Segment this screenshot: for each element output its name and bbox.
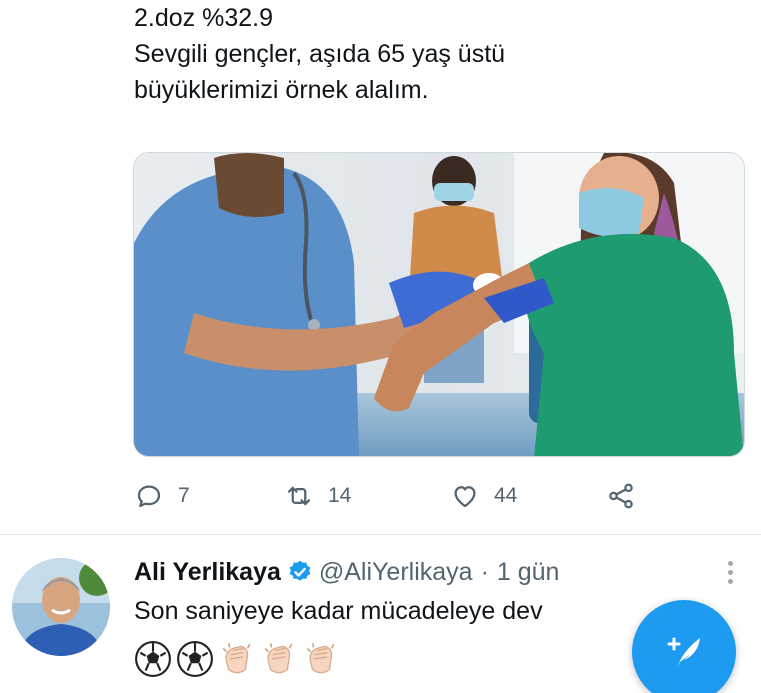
author-name[interactable]: Ali Yerlikaya xyxy=(134,558,281,587)
retweet-count: 14 xyxy=(328,484,352,507)
soccer-ball-icon xyxy=(135,641,171,677)
retweet-icon xyxy=(287,486,311,506)
tweet-header: Ali Yerlikaya @AliYerlikaya · 1 gün xyxy=(134,555,559,589)
verified-badge-icon xyxy=(289,560,311,581)
avatar-photo xyxy=(12,558,110,656)
tweet-timestamp[interactable]: 1 gün xyxy=(497,558,560,587)
feather-plus-icon xyxy=(667,637,700,666)
tweet-text-line: 2.doz %32.9 xyxy=(134,4,273,32)
speech-bubble-icon xyxy=(137,485,161,508)
tweet-text-cut-line xyxy=(134,0,141,10)
tweet-action-bar: 7 14 44 xyxy=(134,476,744,516)
more-dot xyxy=(727,560,733,566)
clapping-hands-icon xyxy=(222,642,251,674)
more-options-icon[interactable] xyxy=(718,557,742,587)
tweet-text-line: büyüklerimizi örnek alalım. xyxy=(134,76,429,104)
more-dot xyxy=(727,578,733,584)
tweet-text-line: Sevgili gençler, aşıda 65 yaş üstü xyxy=(134,40,506,68)
share-button[interactable] xyxy=(606,476,636,516)
avatar[interactable] xyxy=(12,558,110,656)
compose-tweet-button[interactable] xyxy=(632,600,736,693)
like-button[interactable]: 44 xyxy=(450,476,517,516)
more-dot xyxy=(727,569,733,575)
retweet-button[interactable]: 14 xyxy=(284,476,351,516)
reply-button[interactable]: 7 xyxy=(134,476,190,516)
tweet-media-photo[interactable] xyxy=(133,152,745,457)
emoji-row xyxy=(134,639,340,679)
tweet-text: 2.doz %32.9 Sevgili gençler, aşıda 65 ya… xyxy=(134,0,744,108)
soccer-ball-icon xyxy=(177,641,213,677)
reply-count: 7 xyxy=(178,484,190,507)
author-handle[interactable]: @AliYerlikaya xyxy=(319,558,473,587)
like-count: 44 xyxy=(494,484,518,507)
share-nodes-icon xyxy=(609,483,633,509)
vaccination-photo xyxy=(134,153,744,456)
separator-dot: · xyxy=(480,557,489,586)
clapping-hands-icon xyxy=(306,642,335,674)
heart-icon xyxy=(454,486,476,508)
clapping-hands-icon xyxy=(264,642,293,674)
